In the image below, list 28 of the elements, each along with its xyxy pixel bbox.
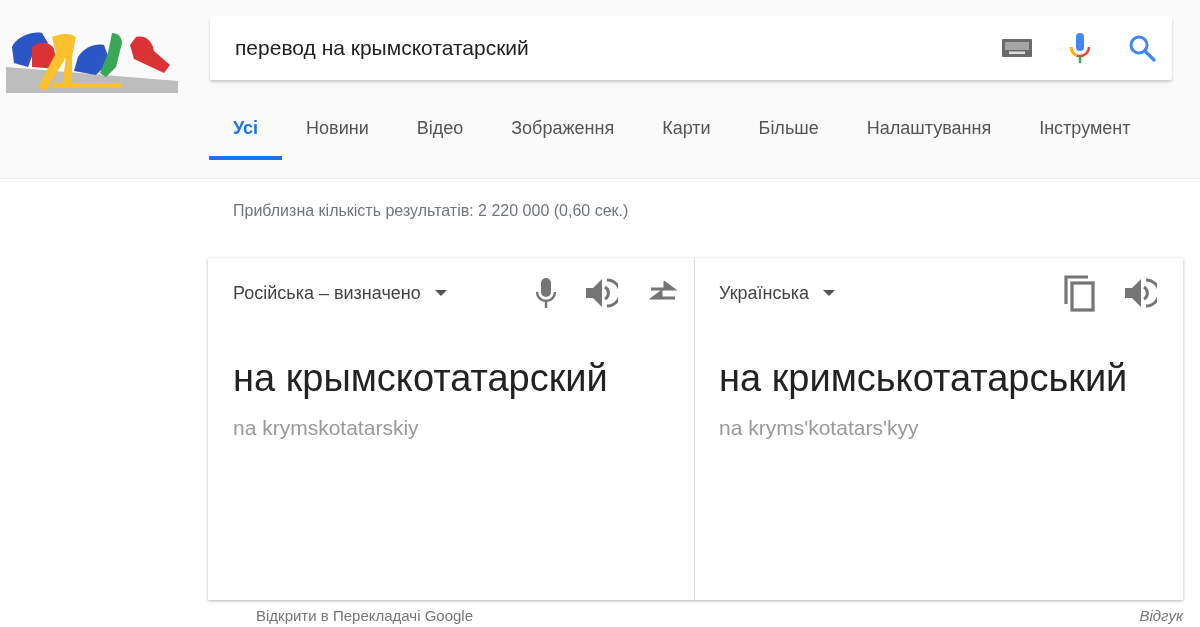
feedback-link[interactable]: Відгук	[1139, 607, 1183, 624]
speaker-icon[interactable]	[1125, 278, 1157, 308]
microphone-icon[interactable]	[1068, 32, 1092, 64]
nav-tab[interactable]: Більше	[734, 104, 843, 160]
keyboard-icon[interactable]	[1002, 39, 1032, 57]
source-transliteration: na krymskotatarskiy	[233, 416, 420, 440]
source-text: на крымскотатарский	[233, 356, 609, 401]
copy-icon[interactable]	[1062, 274, 1096, 312]
language-selector[interactable]: Українська	[719, 282, 1062, 304]
search-query[interactable]: перевод на крымскотатарский	[235, 36, 1002, 60]
caret-icon[interactable]	[434, 290, 447, 296]
target-transliteration: na kryms'kotatars'kyy	[719, 416, 920, 440]
translated-text: на кримськотатарський	[719, 356, 1129, 401]
caret-icon[interactable]	[823, 290, 836, 296]
microphone-icon[interactable]	[535, 278, 557, 308]
result-stats: Приблизна кількість результатів: 2 220 000 (0,60 сек.)	[233, 202, 629, 219]
nav-tab[interactable]: Новини	[282, 104, 393, 160]
nav-tab[interactable]: Інструмент	[1015, 104, 1131, 160]
search-icon[interactable]	[1128, 34, 1156, 62]
nav-tab[interactable]: Зображення	[487, 104, 639, 160]
nav-tab[interactable]: Налаштування	[842, 104, 1016, 160]
language-selector[interactable]: Російська – визначено	[233, 282, 535, 304]
nav-tab[interactable]: Карти	[638, 104, 735, 160]
open-in-translate-link[interactable]: Відкрити в Перекладачі Google	[256, 607, 473, 624]
speaker-icon[interactable]	[586, 278, 618, 308]
nav-tab[interactable]: Усі	[209, 104, 283, 160]
nav-tab[interactable]: Відео	[392, 104, 488, 160]
search-field[interactable]: перевод на крымскотатарский	[210, 16, 1172, 80]
